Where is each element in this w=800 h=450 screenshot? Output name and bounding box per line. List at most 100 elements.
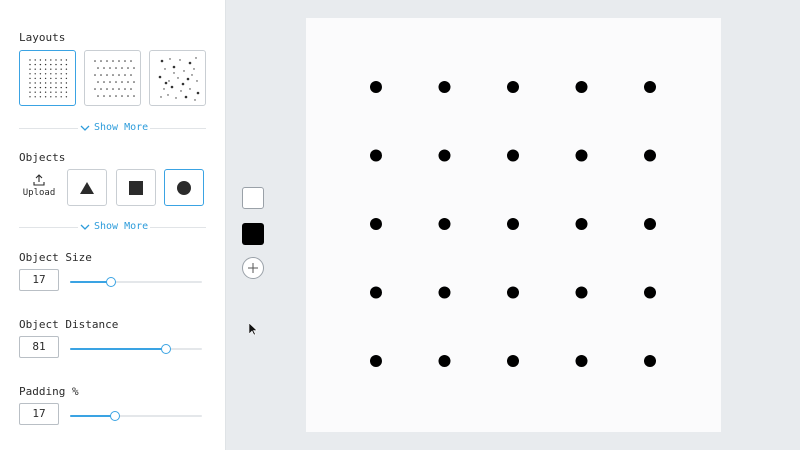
thumb-dot [118,88,120,90]
thumb-dot [65,82,68,84]
thumb-dot [44,96,47,98]
padding-input[interactable]: 17 [19,403,59,425]
thumb-dot [44,63,47,66]
thumb-dot [172,65,176,69]
thumb-dot [177,77,179,79]
pattern-dot [438,218,451,230]
slider-thumb[interactable] [161,344,172,354]
thumb-dot [97,95,99,97]
layout-random-option[interactable] [149,50,206,106]
thumb-dot [163,88,165,90]
thumb-dot [65,86,68,89]
thumb-dot [124,88,126,90]
object-size-label: Object Size [19,251,92,264]
thumb-dot [65,91,68,93]
slider-thumb[interactable] [105,277,116,287]
layout-staggered-option[interactable] [84,50,141,106]
slider-thumb[interactable] [109,411,120,421]
layouts-show-more-button[interactable]: Show More [78,122,151,133]
thumb-dot [164,68,166,70]
pattern-dot [370,149,382,162]
thumb-dot [173,72,175,74]
objects-title: Objects [19,151,66,164]
chevron-down-icon [80,125,90,131]
pattern-dot [438,286,451,299]
triangle-icon [80,181,94,194]
thumb-dot [121,81,123,83]
thumb-dot [100,74,102,76]
thumb-dot [39,82,42,84]
pattern-dot [370,355,382,367]
artboard-canvas[interactable] [306,18,721,432]
thumb-dot [196,80,198,82]
thumb-dot [100,60,102,62]
thumb-dot [175,97,177,99]
object-distance-slider[interactable] [70,343,202,355]
thumb-dot [196,91,200,95]
white-color-swatch[interactable] [242,187,264,209]
add-color-button[interactable] [242,257,264,279]
thumb-dot [60,73,62,75]
object-distance-input[interactable]: 81 [19,336,59,358]
pattern-dot [575,81,588,93]
pattern-dot [438,149,451,162]
thumb-dot [55,63,57,66]
thumb-dot [39,86,42,89]
thumb-dot [55,68,57,70]
thumb-dot [44,86,47,89]
thumb-dot [106,74,108,76]
random-layout-icon [158,57,200,101]
thumb-dot [29,68,31,70]
thumb-dot [179,59,181,61]
thumb-dot [127,95,129,97]
thumb-dot [112,74,114,76]
thumb-dot [29,59,31,61]
thumb-dot [39,73,42,75]
thumb-dot [109,67,111,69]
padding-slider[interactable] [70,410,202,422]
pattern-dot [644,355,656,367]
object-size-slider[interactable] [70,276,202,288]
thumb-dot [133,81,135,83]
plus-icon [248,263,258,273]
thumb-dot [191,74,193,76]
thumb-dot [44,73,47,75]
thumb-dot [195,57,197,59]
thumb-dot [170,85,174,89]
thumb-dot [60,86,62,89]
pattern-dot [438,355,451,367]
padding-label: Padding % [19,385,79,398]
thumb-dot [103,81,105,83]
thumb-dot [118,60,120,62]
upload-button[interactable]: Upload [19,174,59,204]
show-more-label: Show More [94,221,149,232]
pattern-dot [370,286,382,299]
pattern-dot [507,218,519,230]
objects-show-more-button[interactable]: Show More [78,221,151,232]
layouts-title: Layouts [19,31,66,44]
thumb-dot [94,88,96,90]
thumb-dot [158,75,162,79]
upload-label: Upload [22,188,56,198]
grid-layout-icon [29,59,68,98]
thumb-dot [29,91,31,93]
thumb-dot [103,95,105,97]
thumb-dot [39,96,42,98]
thumb-dot [127,81,129,83]
thumb-dot [60,96,62,98]
pattern-dot [644,286,656,299]
triangle-object-button[interactable] [67,169,107,206]
chevron-down-icon [80,224,90,230]
circle-object-button[interactable] [164,169,204,206]
thumb-dot [65,68,68,70]
thumb-dot [160,96,162,98]
layout-grid-option[interactable] [19,50,76,106]
square-object-button[interactable] [116,169,156,206]
object-size-input[interactable]: 17 [19,269,59,291]
thumb-dot [44,68,47,70]
pattern-dot [507,355,519,367]
thumb-dot [60,59,62,61]
pattern-dot [507,81,519,93]
thumb-dot [34,68,36,70]
black-color-swatch[interactable] [242,223,264,245]
